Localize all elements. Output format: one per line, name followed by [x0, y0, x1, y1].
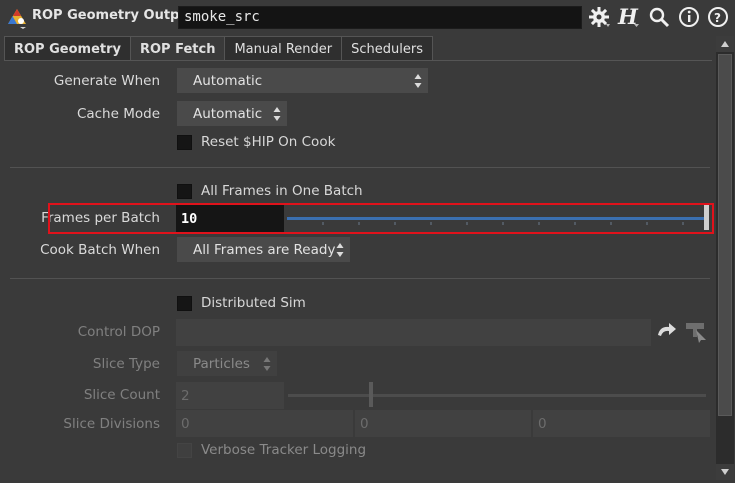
slice-count-slider[interactable]: [288, 394, 706, 397]
all-frames-one-batch-checkbox[interactable]: [177, 184, 192, 199]
houdini-help-icon[interactable]: H: [615, 5, 641, 29]
cook-batch-when-dropdown[interactable]: All Frames are Ready: [176, 236, 351, 263]
arrow-down-icon: [721, 469, 729, 475]
cache-mode-value: Automatic: [193, 105, 263, 122]
slice-count-field[interactable]: 2: [176, 382, 284, 409]
cache-mode-dropdown[interactable]: Automatic: [176, 100, 288, 127]
distributed-sim-label: Distributed Sim: [201, 295, 306, 311]
frames-per-batch-highlight: [48, 203, 714, 234]
vertical-scrollbar[interactable]: [716, 36, 734, 480]
cache-mode-label: Cache Mode: [76, 106, 160, 122]
slice-divisions-z-field[interactable]: 0: [533, 410, 710, 437]
tab-divider: [4, 60, 712, 61]
verbose-tracker-checkbox[interactable]: [177, 443, 192, 458]
control-dop-label: Control DOP: [77, 324, 160, 340]
slice-count-label: Slice Count: [83, 387, 160, 403]
help-icon[interactable]: ?: [705, 5, 731, 29]
slice-type-label: Slice Type: [92, 356, 160, 372]
arrow-up-icon: [721, 41, 729, 47]
parameter-tabs: ROP Geometry ROP Fetch Manual Render Sch…: [4, 36, 433, 61]
updown-arrow-icon: [336, 243, 344, 257]
node-chooser-icon[interactable]: [684, 320, 708, 344]
cook-batch-when-value: All Frames are Ready: [193, 241, 336, 258]
jump-to-node-icon[interactable]: [655, 321, 679, 343]
distributed-sim-checkbox[interactable]: [177, 296, 192, 311]
reset-hip-label: Reset $HIP On Cook: [201, 134, 336, 150]
scroll-up-button[interactable]: [716, 36, 734, 52]
info-icon[interactable]: [676, 5, 702, 29]
verbose-tracker-label: Verbose Tracker Logging: [201, 442, 367, 458]
scroll-thumb[interactable]: [718, 54, 732, 416]
slice-divisions-y-field[interactable]: 0: [355, 410, 531, 437]
generate-when-value: Automatic: [193, 72, 263, 89]
scroll-down-button[interactable]: [716, 464, 734, 480]
cook-batch-when-label: Cook Batch When: [40, 242, 160, 258]
tab-schedulers[interactable]: Schedulers: [341, 36, 433, 61]
updown-arrow-icon: [273, 107, 281, 121]
generate-when-label: Generate When: [53, 73, 160, 89]
node-type-label: ROP Geometry Output: [32, 8, 195, 23]
slice-divisions-x-field[interactable]: 0: [176, 410, 353, 437]
all-frames-one-batch-label: All Frames in One Batch: [201, 183, 363, 199]
section-divider: [10, 278, 710, 279]
tab-manual-render[interactable]: Manual Render: [224, 36, 343, 61]
updown-arrow-icon: [414, 74, 422, 88]
search-icon[interactable]: [646, 5, 672, 29]
slider-handle[interactable]: [369, 382, 373, 407]
tab-rop-geometry[interactable]: ROP Geometry: [4, 36, 131, 61]
rop-geometry-node-icon[interactable]: [6, 7, 28, 29]
control-dop-field[interactable]: [176, 319, 651, 346]
slice-type-dropdown[interactable]: Particles: [176, 350, 278, 377]
slice-type-value: Particles: [193, 355, 250, 372]
updown-arrow-icon: [263, 357, 271, 371]
gear-icon[interactable]: [586, 5, 612, 29]
node-name-field[interactable]: smoke_src: [178, 6, 582, 29]
slice-divisions-label: Slice Divisions: [63, 416, 160, 432]
parameter-header: ROP Geometry Output smoke_src H ?: [0, 0, 735, 34]
svg-text:?: ?: [714, 11, 721, 25]
reset-hip-checkbox[interactable]: [177, 135, 192, 150]
section-divider: [10, 167, 710, 168]
generate-when-dropdown[interactable]: Automatic: [176, 67, 429, 94]
tab-rop-fetch[interactable]: ROP Fetch: [130, 36, 226, 61]
